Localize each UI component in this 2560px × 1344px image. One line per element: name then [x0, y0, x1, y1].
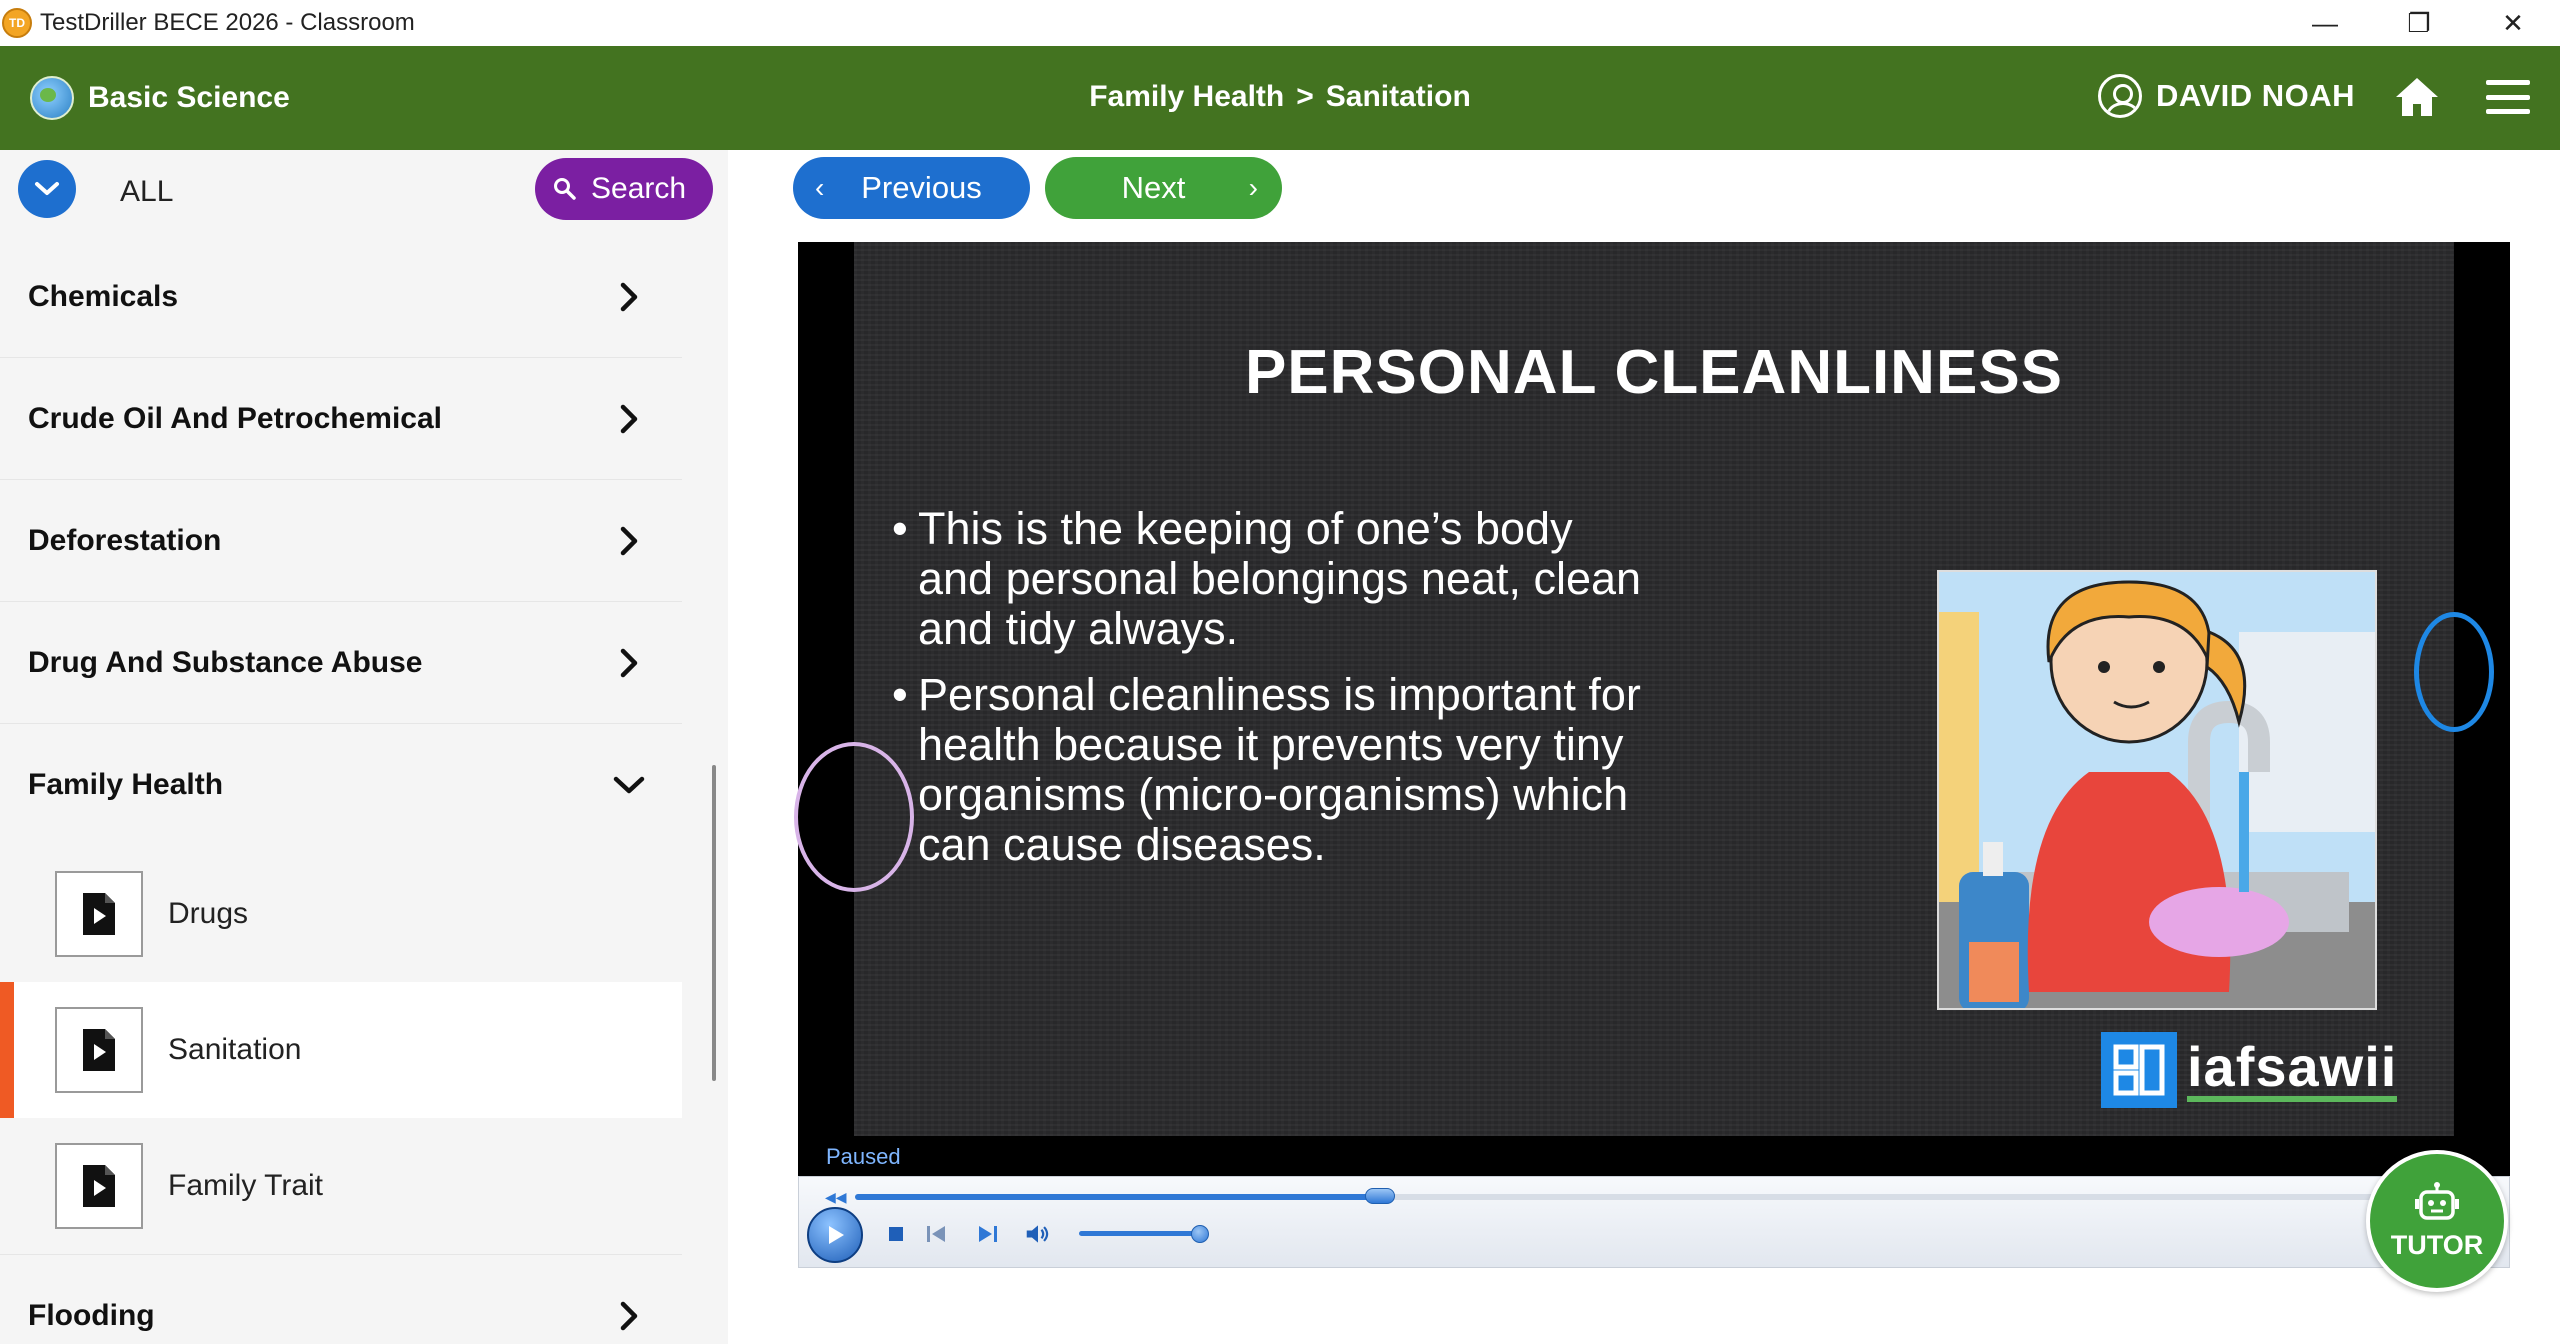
chevron-right-icon — [620, 648, 638, 678]
decorative-ring — [2414, 612, 2494, 732]
lesson-label: Sanitation — [168, 1033, 302, 1066]
robot-icon — [2415, 1181, 2459, 1220]
document-play-icon — [55, 871, 143, 957]
window-titlebar: TD TestDriller BECE 2026 - Classroom — ❐… — [0, 0, 2560, 46]
breadcrumb-lesson: Sanitation — [1325, 80, 1471, 113]
filter-label: ALL — [120, 175, 174, 208]
search-button[interactable]: Search — [535, 158, 713, 220]
next-label: Next — [1121, 170, 1186, 205]
video-brand-watermark: iafsawii — [2101, 1032, 2398, 1108]
topic-label: Deforestation — [28, 524, 222, 557]
chevron-right-icon: › — [1248, 172, 1258, 203]
window-controls: — ❐ ✕ — [2278, 0, 2560, 46]
filter-dropdown-button[interactable] — [18, 160, 76, 218]
minimize-button[interactable]: — — [2278, 0, 2372, 46]
chevron-right-icon — [620, 1301, 638, 1331]
tutor-label: TUTOR — [2390, 1229, 2484, 1260]
lesson-item-sanitation[interactable]: Sanitation — [0, 982, 682, 1118]
topic-label: Family Health — [28, 768, 224, 801]
previous-track-icon[interactable] — [923, 1221, 949, 1247]
breadcrumb-separator: > — [1296, 80, 1314, 113]
breadcrumb-topic: Family Health — [1089, 80, 1285, 113]
slide-bullet: This is the keeping of one’s body and pe… — [886, 504, 1646, 654]
user-account-icon — [2098, 74, 2142, 118]
search-icon — [554, 178, 576, 200]
tutor-button[interactable]: TUTOR — [2366, 1150, 2508, 1292]
lesson-item-drugs[interactable]: Drugs — [0, 846, 682, 982]
chevron-right-icon — [620, 282, 638, 312]
playback-status: Paused — [826, 1144, 901, 1169]
volume-slider[interactable] — [1079, 1231, 1203, 1236]
sidebar-scrollbar[interactable] — [712, 765, 716, 1081]
app-logo-icon: TD — [2, 8, 32, 38]
brand-text: iafsawii — [2187, 1038, 2398, 1102]
home-icon[interactable] — [2394, 76, 2440, 118]
topic-crude-oil[interactable]: Crude Oil And Petrochemical — [0, 358, 682, 480]
chevron-down-icon — [35, 182, 59, 195]
brand-logo-icon — [2101, 1032, 2177, 1108]
topic-label: Crude Oil And Petrochemical — [28, 402, 442, 435]
player-controls: ◀◀ — [798, 1176, 2510, 1268]
window-title: TestDriller BECE 2026 - Classroom — [40, 9, 415, 36]
next-button[interactable]: Next › — [1045, 157, 1282, 219]
chevron-right-icon — [620, 526, 638, 556]
play-icon — [829, 1226, 844, 1244]
sidebar: ALL Search Chemicals Crude Oil And Petro… — [0, 150, 728, 1344]
slide-bullet: Personal cleanliness is important for he… — [886, 670, 1646, 870]
topic-label: Chemicals — [28, 280, 179, 313]
volume-icon[interactable] — [1025, 1221, 1051, 1247]
topic-drug-abuse[interactable]: Drug And Substance Abuse — [0, 602, 682, 724]
chevron-right-icon — [620, 404, 638, 434]
close-button[interactable]: ✕ — [2466, 0, 2560, 46]
document-play-icon — [55, 1143, 143, 1229]
document-play-icon — [55, 1007, 143, 1093]
rewind-icon[interactable]: ◀◀ — [825, 1189, 847, 1206]
video-player: PERSONAL CLEANLINESS This is the keeping… — [794, 242, 2510, 1268]
lesson-item-family-trait[interactable]: Family Trait — [0, 1118, 682, 1254]
seek-bar-progress — [855, 1194, 1380, 1200]
lesson-label: Drugs — [168, 897, 249, 930]
topic-deforestation[interactable]: Deforestation — [0, 480, 682, 602]
video-frame: PERSONAL CLEANLINESS This is the keeping… — [794, 242, 2494, 1136]
handwashing-illustration — [1937, 570, 2377, 1010]
user-profile[interactable]: DAVID NOAH — [2098, 74, 2355, 118]
seek-bar[interactable] — [855, 1188, 2495, 1204]
restore-button[interactable]: ❐ — [2372, 0, 2466, 46]
user-name: DAVID NOAH — [2156, 78, 2356, 113]
active-indicator — [0, 982, 14, 1118]
video-viewport[interactable]: PERSONAL CLEANLINESS This is the keeping… — [794, 242, 2510, 1136]
topic-chemicals[interactable]: Chemicals — [0, 236, 682, 358]
slide-bullets: This is the keeping of one’s body and pe… — [886, 504, 1646, 886]
play-button[interactable] — [807, 1207, 863, 1263]
player-status-strip: Paused — [798, 1136, 2510, 1176]
volume-slider-thumb[interactable] — [1191, 1225, 1209, 1243]
topic-label: Flooding — [28, 1299, 155, 1332]
previous-button[interactable]: ‹ Previous — [793, 157, 1030, 219]
seek-bar-thumb[interactable] — [1364, 1188, 1395, 1204]
search-button-label: Search — [591, 172, 687, 205]
previous-label: Previous — [861, 170, 982, 205]
filter-bar: ALL Search — [0, 150, 728, 236]
lesson-label: Family Trait — [168, 1169, 324, 1202]
stop-icon[interactable] — [883, 1221, 909, 1247]
slide-title: PERSONAL CLEANLINESS — [1244, 338, 2064, 407]
next-track-icon[interactable] — [975, 1221, 1001, 1247]
chevron-down-icon — [613, 776, 645, 794]
topic-list: Chemicals Crude Oil And Petrochemical De… — [0, 236, 682, 1344]
topic-family-health[interactable]: Family Health — [0, 724, 682, 846]
topic-flooding[interactable]: Flooding — [0, 1254, 682, 1344]
app-header: Basic Science Family Health > Sanitation D… — [0, 46, 2560, 150]
hamburger-menu-icon[interactable] — [2486, 80, 2530, 114]
topic-label: Drug And Substance Abuse — [28, 646, 423, 679]
